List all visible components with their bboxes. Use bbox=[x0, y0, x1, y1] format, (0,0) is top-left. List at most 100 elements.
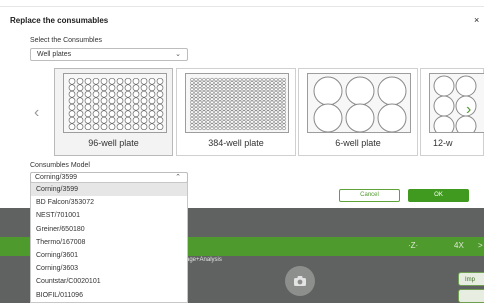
well bbox=[266, 87, 270, 92]
well bbox=[92, 103, 100, 111]
well bbox=[242, 116, 246, 121]
well bbox=[222, 94, 226, 98]
well bbox=[254, 90, 258, 95]
well bbox=[100, 90, 108, 98]
well bbox=[242, 100, 246, 105]
dropdown-option[interactable]: Corning/3603 bbox=[31, 262, 187, 275]
well bbox=[254, 103, 258, 108]
well bbox=[238, 77, 242, 82]
well bbox=[68, 116, 76, 124]
well bbox=[226, 116, 230, 121]
well bbox=[226, 87, 230, 92]
well bbox=[222, 100, 226, 105]
dropdown-option[interactable]: Corning/3601 bbox=[31, 249, 187, 262]
well bbox=[116, 84, 124, 92]
well bbox=[282, 97, 286, 101]
dropdown-option[interactable]: Countstar/C0020101 bbox=[31, 275, 187, 288]
well bbox=[190, 123, 194, 127]
well bbox=[206, 116, 210, 121]
plate-card-12[interactable]: 12-w bbox=[420, 68, 484, 156]
well bbox=[270, 120, 274, 124]
384-well-plate-image bbox=[185, 73, 289, 133]
well bbox=[266, 116, 270, 121]
well bbox=[278, 113, 282, 118]
well bbox=[282, 103, 286, 108]
well bbox=[214, 100, 218, 105]
well bbox=[238, 84, 242, 88]
well bbox=[92, 97, 100, 105]
well bbox=[250, 126, 254, 131]
well bbox=[258, 90, 262, 95]
dropdown-option[interactable]: Corning/3599 bbox=[31, 183, 187, 197]
well bbox=[262, 81, 266, 85]
carousel-next-icon[interactable]: › bbox=[466, 101, 471, 119]
well bbox=[132, 103, 140, 111]
plate-card-96[interactable]: 96-well plate bbox=[54, 68, 173, 156]
plate-card-384[interactable]: 384-well plate bbox=[176, 68, 296, 156]
well bbox=[194, 126, 198, 131]
well bbox=[226, 107, 230, 111]
well bbox=[156, 123, 164, 131]
well bbox=[278, 110, 282, 114]
well bbox=[194, 94, 198, 98]
well bbox=[124, 110, 132, 118]
well bbox=[250, 113, 254, 118]
well bbox=[278, 97, 282, 101]
well bbox=[218, 107, 222, 111]
well bbox=[234, 97, 238, 101]
well bbox=[246, 110, 250, 114]
consumables-type-select[interactable]: Well plates ⌄ bbox=[30, 48, 188, 61]
well bbox=[270, 77, 274, 82]
plate-card-6[interactable]: 6-well plate bbox=[298, 68, 418, 156]
well bbox=[218, 94, 222, 98]
well bbox=[262, 97, 266, 101]
well bbox=[190, 81, 194, 85]
well bbox=[238, 94, 242, 98]
well bbox=[282, 100, 286, 105]
well bbox=[270, 90, 274, 95]
background-subtitle: age+Analysis bbox=[186, 257, 222, 263]
well bbox=[206, 81, 210, 85]
well bbox=[230, 123, 234, 127]
well bbox=[218, 100, 222, 105]
well bbox=[218, 110, 222, 114]
well bbox=[262, 84, 266, 88]
dropdown-option[interactable]: NEST/701001 bbox=[31, 209, 187, 222]
well bbox=[202, 77, 206, 82]
well bbox=[206, 90, 210, 95]
well bbox=[100, 123, 108, 131]
well bbox=[148, 123, 156, 131]
dropdown-option[interactable]: BD Falcon/353072 bbox=[31, 196, 187, 209]
cancel-button[interactable]: Cancel bbox=[339, 189, 400, 202]
well bbox=[238, 120, 242, 124]
well bbox=[226, 100, 230, 105]
well bbox=[116, 103, 124, 111]
well bbox=[218, 84, 222, 88]
more-arrow: > bbox=[478, 241, 483, 250]
well bbox=[210, 100, 214, 105]
well bbox=[222, 77, 226, 82]
well bbox=[246, 116, 250, 121]
carousel-prev-icon[interactable]: ‹ bbox=[34, 104, 39, 122]
well bbox=[202, 81, 206, 85]
well bbox=[202, 97, 206, 101]
zoom-level: 4X bbox=[454, 241, 464, 250]
well bbox=[190, 113, 194, 118]
dropdown-option[interactable]: Greiner/650180 bbox=[31, 223, 187, 236]
ok-button[interactable]: OK bbox=[408, 189, 469, 202]
well bbox=[210, 123, 214, 127]
well bbox=[274, 123, 278, 127]
close-icon[interactable]: × bbox=[474, 15, 479, 25]
well bbox=[76, 110, 84, 118]
well bbox=[194, 116, 198, 121]
well bbox=[222, 107, 226, 111]
dropdown-option[interactable]: Thermo/167008 bbox=[31, 236, 187, 249]
well bbox=[238, 81, 242, 85]
well bbox=[274, 113, 278, 118]
well bbox=[194, 97, 198, 101]
chevron-up-icon: ⌃ bbox=[175, 174, 181, 181]
well bbox=[242, 81, 246, 85]
well bbox=[278, 94, 282, 98]
well bbox=[246, 81, 250, 85]
dropdown-option[interactable]: BIOFIL/011096 bbox=[31, 289, 187, 302]
